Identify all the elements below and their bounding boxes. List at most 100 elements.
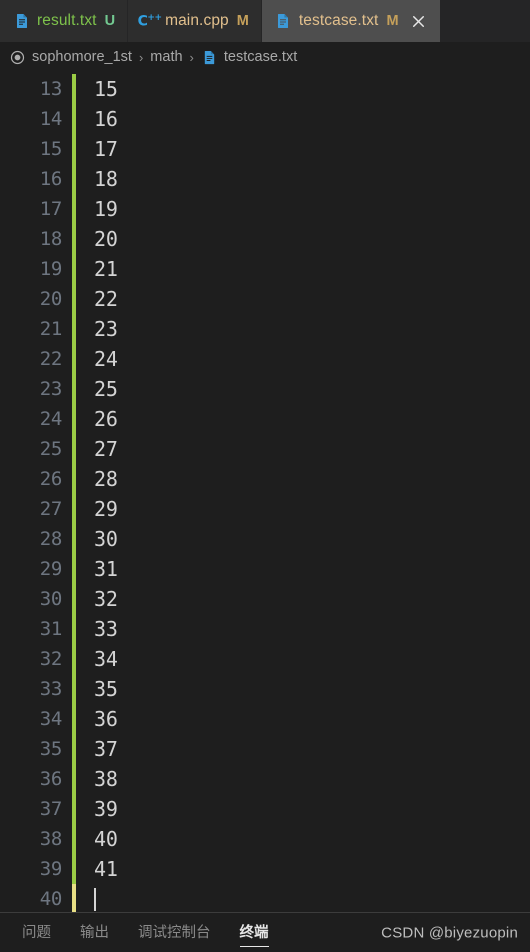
tab-label: result.txt <box>37 12 97 29</box>
code-line-text: 29 <box>94 497 118 521</box>
code-line[interactable]: 18 20 <box>0 224 530 254</box>
code-line[interactable]: 32 34 <box>0 644 530 674</box>
line-number: 23 <box>39 378 63 400</box>
line-number: 13 <box>39 78 63 100</box>
code-line-text: 15 <box>94 77 118 101</box>
code-line[interactable]: 19 21 <box>0 254 530 284</box>
code-line[interactable]: 35 37 <box>0 734 530 764</box>
code-line-text: 34 <box>94 647 118 671</box>
editor-tab-bar: result.txt U C++ main.cpp M testcase.txt… <box>0 0 530 42</box>
line-number: 31 <box>39 618 63 640</box>
line-number: 38 <box>39 828 63 850</box>
line-number: 33 <box>39 678 63 700</box>
code-line[interactable]: 25 27 <box>0 434 530 464</box>
code-line[interactable]: 21 23 <box>0 314 530 344</box>
code-line[interactable]: 14 16 <box>0 104 530 134</box>
code-line-text: 40 <box>94 827 118 851</box>
line-number: 18 <box>39 228 63 250</box>
tab-status-badge: U <box>104 13 116 29</box>
tab-label: testcase.txt <box>298 12 379 29</box>
line-number: 37 <box>39 798 63 820</box>
code-line[interactable]: 13 15 <box>0 74 530 104</box>
code-line[interactable]: 16 18 <box>0 164 530 194</box>
line-number: 15 <box>39 138 63 160</box>
line-number: 19 <box>39 258 63 280</box>
line-number: 16 <box>39 168 63 190</box>
code-line-text <box>76 884 96 912</box>
line-number: 25 <box>39 438 63 460</box>
line-number: 20 <box>39 288 63 310</box>
breadcrumb-file-label: testcase.txt <box>223 49 298 65</box>
line-number: 32 <box>39 648 63 670</box>
breadcrumb-item-math[interactable]: math <box>150 49 182 65</box>
text-file-icon <box>201 49 218 66</box>
line-number: 22 <box>39 348 63 370</box>
code-line-text: 37 <box>94 737 118 761</box>
panel-tab-terminal[interactable]: 终端 <box>239 921 269 947</box>
tab-status-badge: M <box>236 13 249 29</box>
cpp-file-icon: C++ <box>137 12 162 30</box>
code-line[interactable]: 26 28 <box>0 464 530 494</box>
panel-tab-problems[interactable]: 问题 <box>22 921 51 945</box>
code-line[interactable]: 22 24 <box>0 344 530 374</box>
code-line-text: 30 <box>94 527 118 551</box>
code-line[interactable]: 27 29 <box>0 494 530 524</box>
circle-filled-icon[interactable] <box>9 49 26 66</box>
code-line[interactable]: 38 40 <box>0 824 530 854</box>
line-number: 35 <box>39 738 63 760</box>
code-line-text: 21 <box>94 257 118 281</box>
code-line-text: 20 <box>94 227 118 251</box>
panel-tab-output[interactable]: 输出 <box>80 921 109 945</box>
code-line[interactable]: 17 19 <box>0 194 530 224</box>
line-number: 28 <box>39 528 63 550</box>
bottom-panel-tab-bar: 问题 输出 调试控制台 终端 CSDN @biyezuopin <box>0 912 530 952</box>
breadcrumb-separator-icon: › <box>189 49 194 65</box>
code-line-text: 39 <box>94 797 118 821</box>
line-number: 40 <box>39 888 63 910</box>
line-number: 30 <box>39 588 63 610</box>
breadcrumb-item-file[interactable]: testcase.txt <box>201 49 297 66</box>
code-line[interactable]: 39 41 <box>0 854 530 884</box>
code-line[interactable]: 23 25 <box>0 374 530 404</box>
code-line-text: 27 <box>94 437 118 461</box>
code-line-text: 24 <box>94 347 118 371</box>
code-line[interactable]: 40 <box>0 884 530 912</box>
close-icon[interactable] <box>410 12 428 30</box>
code-editor[interactable]: 13 15 14 16 15 17 16 18 17 19 18 20 19 21 20 22 21 23 22 24… <box>0 72 530 912</box>
tab-testcase-txt[interactable]: testcase.txt M <box>261 0 441 42</box>
code-line[interactable]: 37 39 <box>0 794 530 824</box>
code-line[interactable]: 30 32 <box>0 584 530 614</box>
code-line[interactable]: 15 17 <box>0 134 530 164</box>
text-file-icon <box>275 13 292 30</box>
code-line-text: 25 <box>94 377 118 401</box>
code-lines-container: 13 15 14 16 15 17 16 18 17 19 18 20 19 21 20 22 21 23 22 24… <box>0 72 530 912</box>
breadcrumb: sophomore_1st › math › testcase.txt <box>0 42 530 72</box>
code-line-text: 31 <box>94 557 118 581</box>
code-line[interactable]: 24 26 <box>0 404 530 434</box>
code-line-text: 18 <box>94 167 118 191</box>
line-number: 39 <box>39 858 63 880</box>
code-line[interactable]: 34 36 <box>0 704 530 734</box>
code-line-text: 35 <box>94 677 118 701</box>
code-line-text: 28 <box>94 467 118 491</box>
code-line-text: 38 <box>94 767 118 791</box>
breadcrumb-item-sophomore[interactable]: sophomore_1st <box>32 49 132 65</box>
code-line[interactable]: 33 35 <box>0 674 530 704</box>
panel-tab-debug-console[interactable]: 调试控制台 <box>138 921 211 945</box>
watermark-text: CSDN @biyezuopin <box>381 924 518 941</box>
line-number: 27 <box>39 498 63 520</box>
code-line[interactable]: 28 30 <box>0 524 530 554</box>
code-line-text: 33 <box>94 617 118 641</box>
line-number: 36 <box>39 768 63 790</box>
tab-result-txt[interactable]: result.txt U <box>0 0 129 42</box>
code-line[interactable]: 20 22 <box>0 284 530 314</box>
code-line[interactable]: 31 33 <box>0 614 530 644</box>
code-line[interactable]: 29 31 <box>0 554 530 584</box>
line-number: 17 <box>39 198 63 220</box>
line-number: 24 <box>39 408 63 430</box>
line-number: 29 <box>39 558 63 580</box>
code-line[interactable]: 36 38 <box>0 764 530 794</box>
tab-main-cpp[interactable]: C++ main.cpp M <box>128 0 262 42</box>
text-file-icon <box>13 13 30 30</box>
line-number: 14 <box>39 108 63 130</box>
